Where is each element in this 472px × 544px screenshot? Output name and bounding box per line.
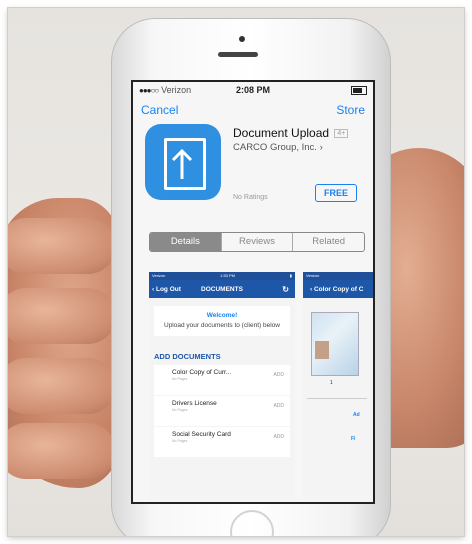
developer-link[interactable]: CARCO Group, Inc. ›: [233, 142, 323, 153]
app-screenshot-1[interactable]: Verizon 1:53 PM ▮ ‹ Log Out DOCUMENTS ↻ …: [149, 272, 295, 502]
mini-battery-icon: ▮: [289, 273, 292, 278]
ratings-label: No Ratings: [233, 194, 268, 201]
mini-carrier: Verizon: [306, 273, 320, 278]
welcome-heading: Welcome!: [206, 312, 238, 319]
home-button: [230, 510, 274, 536]
add-link: Ad: [353, 412, 360, 418]
camera-icon: [239, 36, 245, 42]
finger: [8, 358, 116, 414]
document-pages: No Pages: [172, 408, 188, 412]
mini-status-bar: Verizon: [303, 272, 373, 280]
mini-nav-bar: ‹ Log Out DOCUMENTS ↻: [149, 280, 295, 298]
welcome-box: Welcome! Upload your documents to (clien…: [154, 306, 290, 336]
finger: [8, 288, 116, 344]
list-item: Drivers License No Pages ADD: [154, 396, 290, 426]
app-screenshot-2[interactable]: Verizon ‹ Color Copy of C 1 Ad Fi: [303, 272, 373, 502]
left-hand: [8, 198, 118, 488]
divider: [307, 398, 367, 399]
id-photo: [315, 341, 329, 359]
app-icon: [145, 124, 221, 200]
add-documents-heading: ADD DOCUMENTS: [154, 352, 221, 361]
mini-carrier: Verizon: [152, 273, 166, 278]
app-name: Document Upload: [233, 126, 330, 140]
list-item: Social Security Card No Pages ADD: [154, 427, 290, 457]
status-time: 2:08 PM: [235, 85, 270, 95]
app-header: Document Upload 4+ CARCO Group, Inc. › N…: [133, 122, 373, 208]
tab-reviews[interactable]: Reviews: [220, 233, 293, 251]
phone: ●●●○○ Verizon 2:08 PM Cancel Store Docum…: [111, 18, 391, 536]
store-button[interactable]: Store: [336, 103, 365, 117]
app-title: Document Upload 4+: [233, 126, 349, 140]
welcome-subtext: Upload your documents to (client) below: [164, 322, 280, 329]
mini-time: 1:53 PM: [220, 273, 236, 278]
tab-related[interactable]: Related: [292, 233, 364, 251]
add-action: ADD: [273, 434, 284, 440]
navigation-bar: Cancel Store: [133, 98, 373, 122]
status-bar: ●●●○○ Verizon 2:08 PM: [133, 82, 373, 98]
document-label: Social Security Card: [172, 431, 231, 438]
document-pages: No Pages: [172, 377, 188, 381]
speaker-icon: [218, 52, 258, 57]
finger: [8, 218, 116, 274]
color-copy-title: ‹ Color Copy of C: [310, 285, 364, 293]
mini-nav-bar: ‹ Color Copy of C: [303, 280, 373, 298]
document-pages: No Pages: [172, 439, 188, 443]
age-rating-badge: 4+: [334, 129, 349, 139]
add-action: ADD: [273, 403, 284, 409]
document-label: Drivers License: [172, 400, 217, 407]
finish-link: Fi: [351, 436, 356, 442]
photo-frame: ●●●○○ Verizon 2:08 PM Cancel Store Docum…: [8, 8, 464, 536]
upload-document-icon: [164, 138, 206, 190]
phone-screen: ●●●○○ Verizon 2:08 PM Cancel Store Docum…: [131, 80, 375, 504]
finger: [8, 423, 116, 479]
list-item: Color Copy of Curr... No Pages ADD: [154, 365, 290, 395]
battery-icon: [351, 86, 367, 95]
document-label: Color Copy of Curr...: [172, 369, 232, 376]
id-card-image: [311, 312, 359, 376]
documents-title: DOCUMENTS: [201, 285, 243, 293]
tab-details[interactable]: Details: [150, 233, 221, 251]
developer-name: CARCO Group, Inc.: [233, 142, 317, 153]
add-action: ADD: [273, 372, 284, 378]
segmented-control: Details Reviews Related: [149, 232, 365, 252]
chevron-right-icon: ›: [319, 142, 323, 153]
page-number: 1: [330, 380, 333, 386]
free-button[interactable]: FREE: [315, 184, 357, 202]
mini-status-bar: Verizon 1:53 PM ▮: [149, 272, 295, 280]
cancel-button[interactable]: Cancel: [141, 103, 178, 117]
refresh-icon: ↻: [282, 284, 289, 294]
